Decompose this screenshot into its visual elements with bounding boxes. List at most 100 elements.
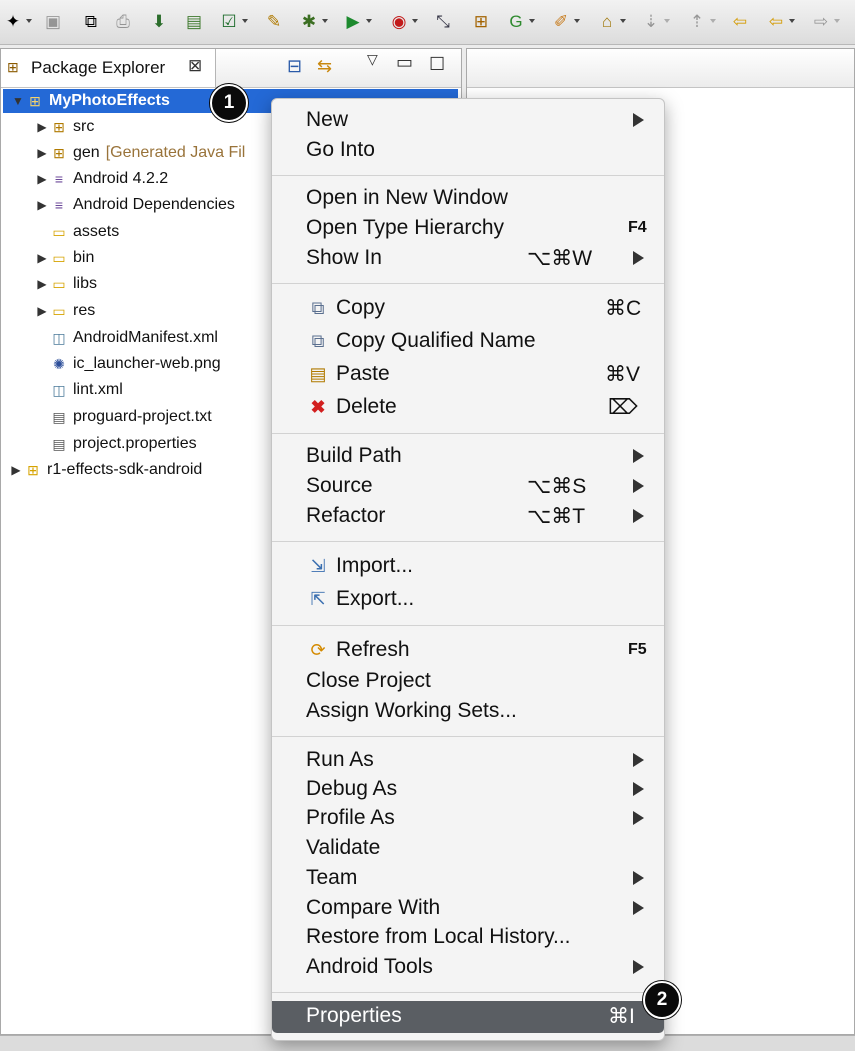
- checklist-icon[interactable]: ☑: [218, 10, 248, 32]
- android-sdk-manager-icon[interactable]: ⬇: [148, 10, 170, 32]
- menu-item-open-type-hierarchy[interactable]: Open Type Hierarchy F4: [272, 213, 664, 243]
- previous-annotation-icon[interactable]: ⇡: [686, 10, 716, 32]
- collapsed-arrow-icon[interactable]: ▶: [35, 304, 49, 318]
- new-java-class-icon[interactable]: ✎: [263, 10, 285, 32]
- collapsed-arrow-icon[interactable]: ▶: [9, 463, 23, 477]
- back-dropdown-icon[interactable]: ⇦: [765, 10, 795, 32]
- print-icon[interactable]: ⎙: [112, 10, 134, 32]
- tree-item-libs[interactable]: ▶ ▭ libs: [35, 272, 97, 296]
- menu-item-run-as[interactable]: Run As: [272, 745, 664, 775]
- tree-item-project-properties[interactable]: ▤ project.properties: [49, 432, 197, 456]
- menu-item-android-tools[interactable]: Android Tools: [272, 952, 664, 982]
- collapsed-arrow-icon[interactable]: ▶: [35, 277, 49, 291]
- folder-icon: ▭: [52, 302, 66, 319]
- menu-item-profile-as[interactable]: Profile As: [272, 803, 664, 833]
- menu-item-restore-from-local-history[interactable]: Restore from Local History...: [272, 922, 664, 952]
- close-icon[interactable]: ⊠: [188, 56, 202, 76]
- new-class-icon[interactable]: G: [505, 10, 535, 32]
- callout-badge-2: 2: [643, 981, 681, 1019]
- tree-item-label: gen: [73, 144, 100, 161]
- run-external-tool-icon[interactable]: ◉: [388, 10, 418, 32]
- menu-item-go-into[interactable]: Go Into: [272, 135, 664, 165]
- menu-item-label: Refactor: [306, 504, 386, 527]
- next-annotation-icon[interactable]: ⇣: [640, 10, 670, 32]
- forward-icon[interactable]: ⇨: [810, 10, 840, 32]
- image-file-icon: ✺: [53, 355, 65, 372]
- collapsed-arrow-icon[interactable]: ▶: [35, 251, 49, 265]
- menu-item-copy-qualified-name[interactable]: ⧉ Copy Qualified Name: [272, 326, 664, 356]
- view-menu-icon[interactable]: ▽: [367, 51, 378, 68]
- menu-item-open-in-new-window[interactable]: Open in New Window: [272, 183, 664, 213]
- tree-item-androidmanifest[interactable]: ◫ AndroidManifest.xml: [49, 326, 218, 350]
- menu-item-import[interactable]: ⇲ Import...: [272, 551, 664, 581]
- submenu-arrow-icon: [633, 449, 644, 463]
- menu-item-compare-with[interactable]: Compare With: [272, 893, 664, 923]
- menu-item-validate[interactable]: Validate: [272, 833, 664, 863]
- tree-item-bin[interactable]: ▶ ▭ bin: [35, 246, 94, 270]
- submenu-arrow-icon: [633, 782, 644, 796]
- menu-item-copy[interactable]: ⧉ Copy ⌘C: [272, 293, 664, 323]
- tree-item-r1-effects-sdk-android[interactable]: ▶ ⊞ r1-effects-sdk-android: [9, 458, 202, 482]
- tree-item-label: AndroidManifest.xml: [73, 329, 218, 346]
- android-avd-manager-icon[interactable]: ▤: [183, 10, 205, 32]
- open-type-icon[interactable]: ⌂: [596, 10, 626, 32]
- run-icon[interactable]: ▶: [342, 10, 372, 32]
- menu-item-team[interactable]: Team: [272, 863, 664, 893]
- source-folder-icon: ⊞: [53, 144, 65, 161]
- tree-item-label: project.properties: [73, 435, 197, 452]
- menu-item-build-path[interactable]: Build Path: [272, 441, 664, 471]
- collapsed-arrow-icon[interactable]: ▶: [35, 198, 49, 212]
- menu-item-source[interactable]: Source ⌥⌘S: [272, 471, 664, 501]
- tree-item-src[interactable]: ▶ ⊞ src: [35, 115, 94, 139]
- menu-item-refresh[interactable]: ⟳ Refresh F5: [272, 635, 664, 665]
- menu-item-debug-as[interactable]: Debug As: [272, 774, 664, 804]
- menu-item-label: Validate: [306, 836, 381, 859]
- menu-item-label: New: [306, 108, 349, 131]
- menu-item-show-in[interactable]: Show In ⌥⌘W: [272, 243, 664, 273]
- menu-item-export[interactable]: ⇱ Export...: [272, 584, 664, 614]
- copy-icon: ⧉: [311, 297, 325, 318]
- save-icon[interactable]: ▣: [42, 10, 64, 32]
- tree-item-android-4-2-2[interactable]: ▶ ≡ Android 4.2.2: [35, 167, 168, 191]
- tree-item-lint-xml[interactable]: ◫ lint.xml: [49, 378, 122, 402]
- minimize-icon[interactable]: ▭: [396, 52, 413, 73]
- menu-item-shortcut: F4: [628, 219, 647, 236]
- maximize-icon[interactable]: ☐: [429, 54, 445, 75]
- xml-file-icon: ◫: [52, 381, 66, 398]
- coverage-icon[interactable]: ⤡: [432, 10, 454, 32]
- new-icon[interactable]: ✦: [2, 10, 32, 32]
- tree-item-gen[interactable]: ▶ ⊞ gen [Generated Java Fil: [35, 141, 245, 165]
- tree-item-label: bin: [73, 249, 95, 266]
- save-all-icon[interactable]: ⧉: [80, 10, 102, 32]
- text-file-icon: ▤: [52, 435, 66, 452]
- collapse-all-icon[interactable]: ⊟: [287, 56, 302, 77]
- debug-icon[interactable]: ✱: [298, 10, 328, 32]
- tree-item-res[interactable]: ▶ ▭ res: [35, 299, 95, 323]
- submenu-arrow-icon: [633, 509, 644, 523]
- expanded-arrow-icon[interactable]: ▼: [11, 94, 25, 108]
- collapsed-arrow-icon[interactable]: ▶: [35, 120, 49, 134]
- open-task-icon[interactable]: ✐: [550, 10, 580, 32]
- menu-item-paste[interactable]: ▤ Paste ⌘V: [272, 359, 664, 389]
- generated-note: [Generated Java Fil: [105, 144, 246, 161]
- collapsed-arrow-icon[interactable]: ▶: [35, 172, 49, 186]
- tree-item-assets[interactable]: ▭ assets: [49, 220, 119, 244]
- menu-item-new[interactable]: New: [272, 105, 664, 135]
- menu-item-assign-working-sets[interactable]: Assign Working Sets...: [272, 696, 664, 726]
- submenu-arrow-icon: [633, 113, 644, 127]
- menu-item-properties[interactable]: Properties ⌘I: [272, 1001, 664, 1033]
- tree-item-proguard-project[interactable]: ▤ proguard-project.txt: [49, 405, 211, 429]
- back-icon[interactable]: ⇦: [729, 10, 751, 32]
- menu-item-delete[interactable]: ✖ Delete ⌦: [272, 392, 664, 422]
- link-with-editor-icon[interactable]: ⇆: [317, 56, 332, 77]
- menu-separator: [272, 175, 664, 176]
- menu-item-refactor[interactable]: Refactor ⌥⌘T: [272, 501, 664, 531]
- menu-item-close-project[interactable]: Close Project: [272, 666, 664, 696]
- tree-item-android-dependencies[interactable]: ▶ ≡ Android Dependencies: [35, 193, 235, 217]
- submenu-arrow-icon: [633, 811, 644, 825]
- collapsed-arrow-icon[interactable]: ▶: [35, 146, 49, 160]
- tab-package-explorer[interactable]: ⊞ Package Explorer ⊠: [1, 49, 216, 87]
- new-java-package-icon[interactable]: ⊞: [470, 10, 492, 32]
- menu-item-label: Paste: [336, 362, 390, 385]
- tree-item-ic-launcher-web[interactable]: ✺ ic_launcher-web.png: [49, 352, 221, 376]
